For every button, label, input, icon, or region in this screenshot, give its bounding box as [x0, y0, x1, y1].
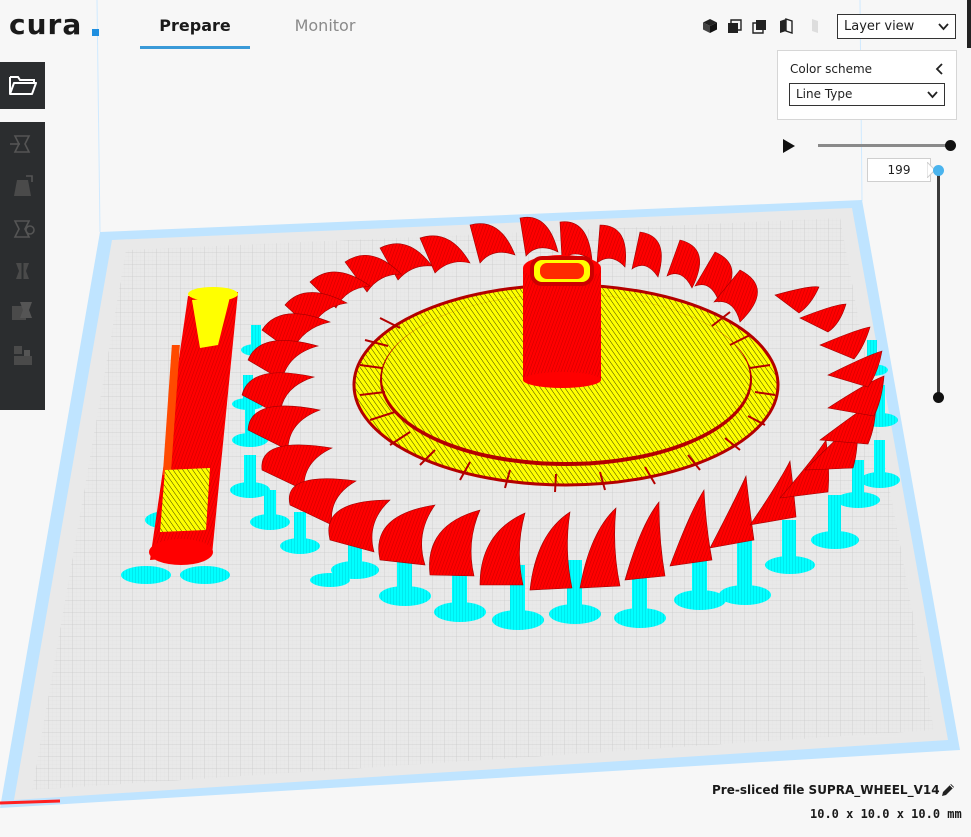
- view-mode-dropdown[interactable]: Layer view: [837, 14, 956, 39]
- right-view-icon[interactable]: [803, 17, 821, 35]
- mirror-tool-icon[interactable]: [6, 254, 39, 288]
- model-dimensions: 10.0 x 10.0 x 10.0 mm: [810, 807, 962, 821]
- layer-slider-lower-handle[interactable]: [933, 392, 944, 403]
- file-name-label: Pre-sliced file SUPRA_WHEEL_V14: [712, 783, 940, 797]
- edit-pencil-icon[interactable]: [940, 782, 956, 798]
- chevron-down-icon: [938, 23, 949, 31]
- layer-slider-upper-handle[interactable]: [933, 165, 944, 176]
- cura-logo: cura: [9, 8, 83, 41]
- per-model-settings-icon[interactable]: [6, 296, 39, 330]
- color-scheme-value: Line Type: [796, 87, 853, 101]
- color-scheme-panel: Color scheme Line Type: [777, 50, 957, 120]
- layer-slider-track[interactable]: [937, 170, 940, 398]
- move-tool-icon[interactable]: [6, 128, 39, 162]
- viewport-3d[interactable]: [0, 0, 971, 837]
- tab-monitor[interactable]: Monitor: [270, 14, 380, 50]
- path-slider-track[interactable]: [818, 144, 951, 147]
- top-view-icon[interactable]: [751, 17, 769, 35]
- front-view-icon[interactable]: [726, 17, 744, 35]
- open-file-button[interactable]: [0, 62, 45, 109]
- tab-prepare[interactable]: Prepare: [140, 14, 250, 50]
- support-blocker-icon[interactable]: [6, 338, 39, 372]
- collapse-chevron-icon[interactable]: [935, 63, 945, 75]
- current-layer-input[interactable]: 199: [867, 158, 931, 182]
- left-view-icon[interactable]: [777, 17, 795, 35]
- 3d-view-icon[interactable]: [701, 17, 719, 35]
- logo-dot: [92, 29, 99, 36]
- scale-tool-icon[interactable]: [6, 170, 39, 204]
- chevron-down-icon: [927, 91, 938, 99]
- active-tab-indicator: [140, 46, 250, 49]
- color-scheme-dropdown[interactable]: Line Type: [789, 83, 945, 106]
- color-scheme-title: Color scheme: [790, 62, 873, 76]
- path-slider-handle[interactable]: [945, 140, 956, 151]
- window-edge: [967, 0, 971, 48]
- rotate-tool-icon[interactable]: [6, 212, 39, 246]
- view-mode-value: Layer view: [844, 19, 915, 34]
- center-shaft: [523, 255, 601, 388]
- x-axis-indicator: [0, 799, 61, 805]
- open-file-icon: [9, 76, 37, 95]
- tool-sidebar: [0, 122, 45, 410]
- play-icon[interactable]: [782, 138, 796, 154]
